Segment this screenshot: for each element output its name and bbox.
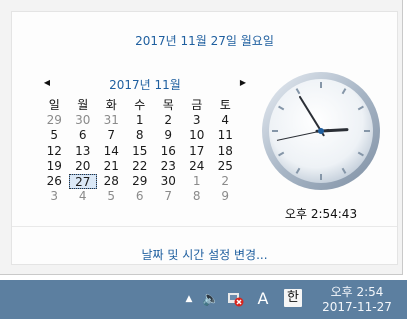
calendar-day[interactable]: 20	[69, 159, 98, 174]
calendar-day[interactable]: 25	[211, 159, 240, 174]
weekday-header: 월	[77, 98, 89, 112]
digital-time: 오후 2:54:43	[284, 207, 358, 221]
calendar-day[interactable]: 13	[69, 144, 98, 159]
calendar-day[interactable]: 9	[154, 128, 183, 143]
calendar-day[interactable]: 5	[97, 189, 126, 204]
calendar-grid: 일 월 화 수 목 금 토 29 30 31 1 2 3 4 5 6 7 8 9 10 11 12 13 14 15 16 17 18…	[40, 98, 255, 204]
calendar-day[interactable]: 1	[126, 113, 155, 128]
calendar-day[interactable]: 15	[126, 144, 155, 159]
calendar-day[interactable]: 2	[211, 174, 240, 189]
weekday-header: 금	[191, 98, 203, 112]
date-time-flyout: 2017년 11월 27일 월요일 ◀ 2017년 11월 ▶ 일 월 화 수 목 금 토 2…	[0, 0, 403, 275]
weekday-header: 토	[219, 98, 231, 112]
calendar-day[interactable]: 11	[211, 128, 240, 143]
previous-month-icon[interactable]: ◀	[41, 77, 53, 89]
calendar-day[interactable]: 14	[97, 144, 126, 159]
calendar-day[interactable]: 22	[126, 159, 155, 174]
tray-time: 오후 2:54	[330, 285, 384, 299]
tray-clock[interactable]: 오후 2:54 2017-11-27	[316, 285, 398, 315]
calendar-day[interactable]: 30	[69, 113, 98, 128]
calendar-day[interactable]: 4	[69, 189, 98, 204]
calendar-day[interactable]: 3	[40, 189, 69, 204]
weekday-header: 화	[105, 98, 117, 112]
weekday-header: 수	[134, 98, 146, 112]
calendar-panel: 2017년 11월 27일 월요일 ◀ 2017년 11월 ▶ 일 월 화 수 목 금 토 2…	[11, 11, 398, 265]
divider	[12, 226, 397, 227]
weekday-header: 목	[162, 98, 174, 112]
calendar-day[interactable]: 24	[183, 159, 212, 174]
analog-clock	[262, 72, 380, 190]
calendar-day[interactable]: 19	[40, 159, 69, 174]
calendar-day[interactable]: 4	[211, 113, 240, 128]
hangul-input-icon[interactable]: 한	[284, 289, 302, 307]
network-icon[interactable]	[226, 289, 244, 309]
show-hidden-icons-icon[interactable]: ▲	[183, 289, 195, 309]
tray-date: 2017-11-27	[322, 300, 392, 314]
calendar-day[interactable]: 7	[154, 189, 183, 204]
calendar-day[interactable]: 6	[69, 128, 98, 143]
calendar-day[interactable]: 6	[126, 189, 155, 204]
calendar-day[interactable]: 16	[154, 144, 183, 159]
ime-mode-icon[interactable]: A	[255, 289, 271, 309]
calendar-day[interactable]: 17	[183, 144, 212, 159]
calendar-day[interactable]: 3	[183, 113, 212, 128]
weekday-header: 일	[48, 98, 60, 112]
calendar-day[interactable]: 5	[40, 128, 69, 143]
calendar-day[interactable]: 10	[183, 128, 212, 143]
calendar-day[interactable]: 29	[40, 113, 69, 128]
next-month-icon[interactable]: ▶	[237, 77, 249, 89]
month-label[interactable]: 2017년 11월	[98, 76, 192, 93]
calendar-day[interactable]: 1	[183, 174, 212, 189]
calendar-day[interactable]: 26	[40, 174, 69, 189]
calendar-day[interactable]: 8	[183, 189, 212, 204]
calendar-day[interactable]: 8	[126, 128, 155, 143]
calendar-day[interactable]: 31	[97, 113, 126, 128]
volume-icon[interactable]: 🔈	[202, 289, 220, 309]
calendar-day[interactable]: 12	[40, 144, 69, 159]
taskbar: ▲ 🔈 A 한 오후 2:54 2017-11-27	[0, 280, 407, 319]
change-date-time-settings-link[interactable]: 날짜 및 시간 설정 변경...	[12, 246, 397, 263]
calendar-day-today[interactable]: 27	[68, 173, 97, 190]
full-date-header[interactable]: 2017년 11월 27일 월요일	[12, 32, 397, 49]
calendar-day[interactable]: 18	[211, 144, 240, 159]
calendar-day[interactable]: 9	[211, 189, 240, 204]
calendar-day[interactable]: 2	[154, 113, 183, 128]
calendar-day[interactable]: 30	[154, 174, 183, 189]
clock-center	[318, 128, 324, 134]
calendar-day[interactable]: 21	[97, 159, 126, 174]
calendar-day[interactable]: 29	[126, 174, 155, 189]
calendar-day[interactable]: 23	[154, 159, 183, 174]
calendar-day[interactable]: 7	[97, 128, 126, 143]
calendar-day[interactable]: 28	[97, 174, 126, 189]
